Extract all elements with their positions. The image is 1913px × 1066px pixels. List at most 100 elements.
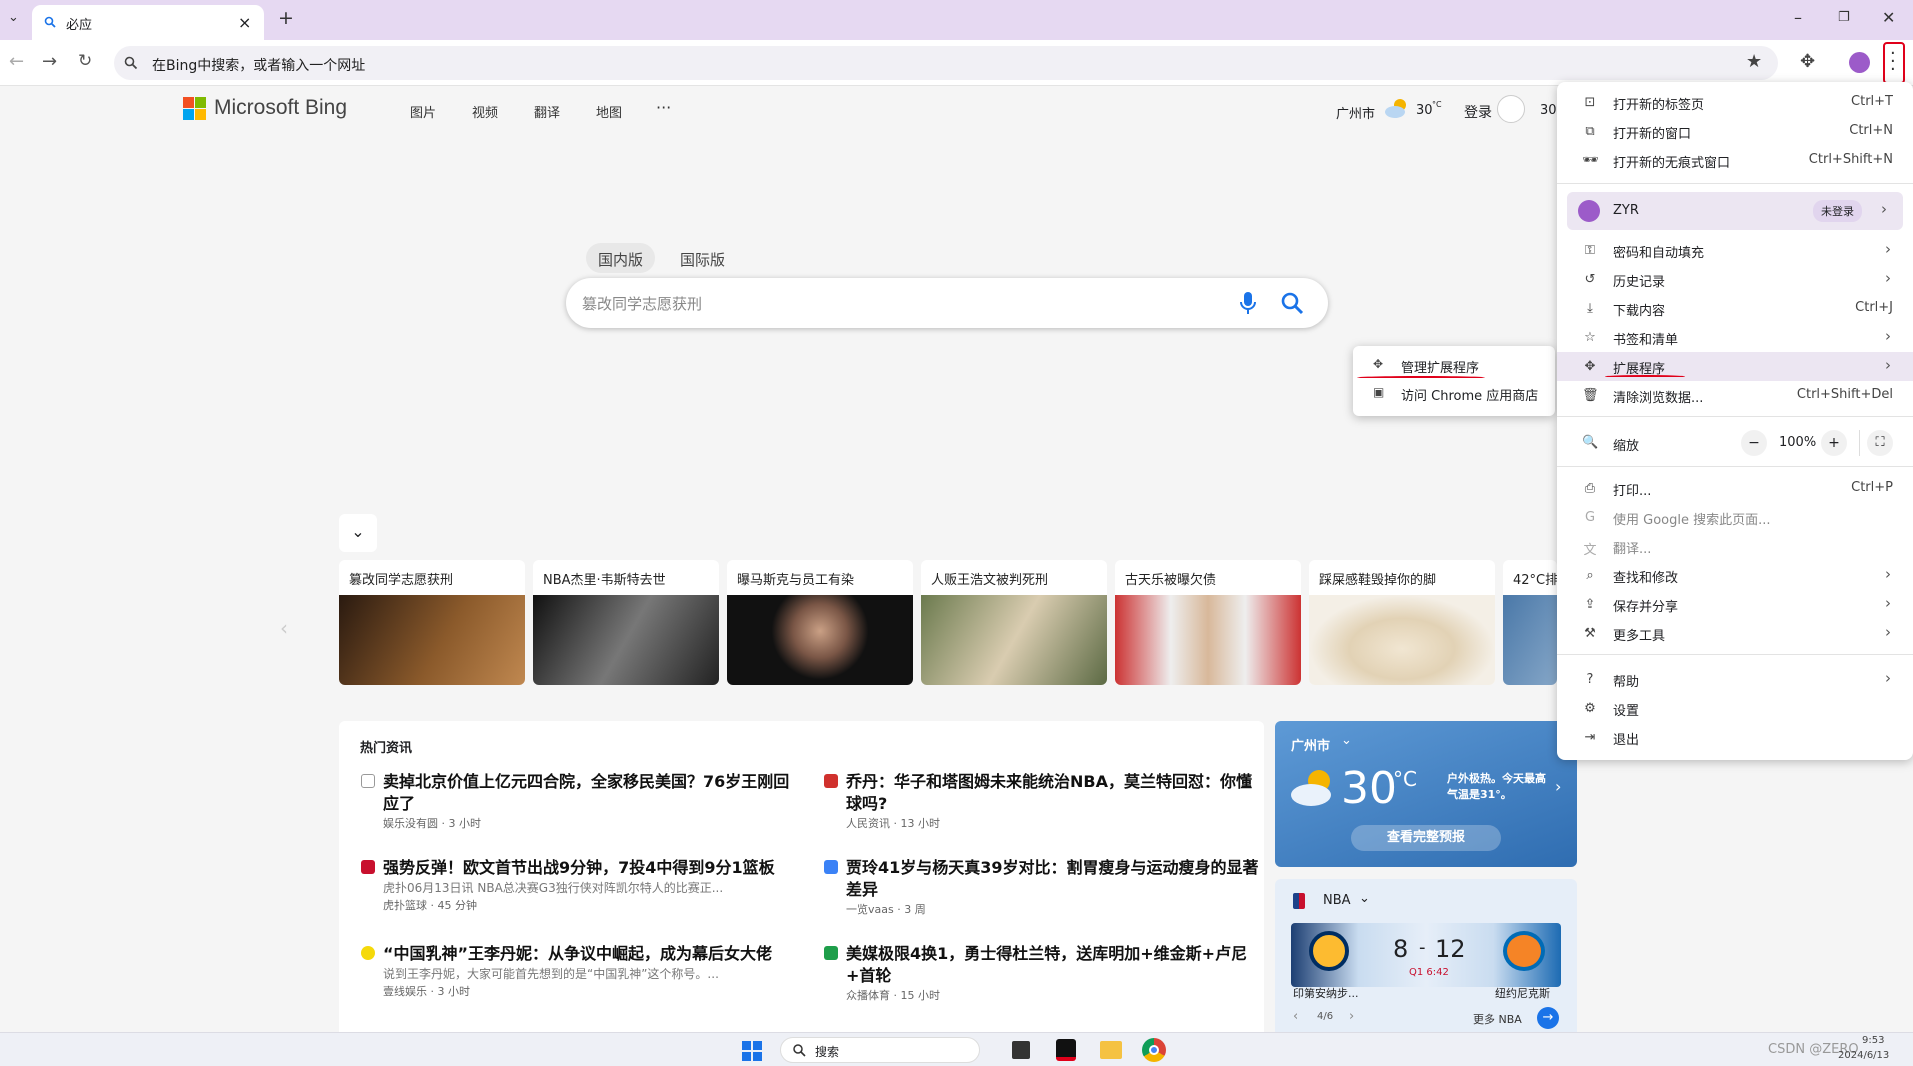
bookmark-star-icon[interactable]: ★ [1746, 51, 1762, 72]
reload-icon[interactable]: ↻ [78, 51, 92, 71]
news-headline[interactable]: 强势反弹！欧文首节出战9分钟，7投4中得到9分1篮板 [383, 857, 798, 879]
tab-close-icon[interactable]: × [238, 13, 251, 32]
nav-more[interactable]: ··· [656, 98, 671, 117]
news-headline[interactable]: 卖掉北京价值上亿元四合院，全家移民美国？76岁王刚回应了 [383, 771, 798, 815]
trending-card[interactable]: 曝马斯克与员工有染 [727, 560, 913, 685]
nav-maps[interactable]: 地图 [596, 102, 622, 121]
nav-images[interactable]: 图片 [410, 102, 436, 121]
restore-icon[interactable]: ❐ [1838, 10, 1850, 25]
login-link[interactable]: 登录 [1464, 102, 1492, 122]
submenu-manage-extensions[interactable]: 管理扩展程序 [1401, 357, 1479, 376]
reward-points[interactable]: 30 [1540, 103, 1557, 118]
menu-new-tab[interactable]: ⊡ 打开新的标签页 Ctrl+T [1557, 88, 1913, 117]
download-icon: ⤓ [1587, 301, 1593, 316]
news-item[interactable]: 贾玲41岁与杨天真39岁对比：割胃瘦身与运动瘦身的显著差异 一览vaas · 3… [824, 857, 1261, 919]
news-source-icon [361, 774, 375, 788]
news-headline[interactable]: 乔丹：华子和塔图姆未来能统治NBA，莫兰特回怼：你懂球吗? [846, 771, 1261, 815]
header-city[interactable]: 广州市 [1336, 103, 1375, 122]
menu-history[interactable]: ↺ 历史记录 › [1557, 265, 1913, 294]
trending-card[interactable]: 古天乐被曝欠债 [1115, 560, 1301, 685]
menu-save-share[interactable]: ⇪ 保存并分享 › [1557, 590, 1913, 619]
search-submit-icon[interactable] [1280, 291, 1304, 315]
news-headline[interactable]: 贾玲41岁与杨天真39岁对比：割胃瘦身与运动瘦身的显著差异 [846, 857, 1261, 901]
kebab-menu-icon[interactable]: · · · [1890, 45, 1896, 79]
task-view-icon[interactable] [1012, 1041, 1030, 1059]
menu-label: 打印... [1613, 484, 1652, 499]
menu-profile[interactable]: ZYR 未登录 › [1567, 192, 1903, 230]
weather-city-chevron-icon[interactable]: ⌄ [1341, 733, 1352, 748]
menu-settings[interactable]: ⚙ 设置 [1557, 694, 1913, 723]
trending-card[interactable]: 42°C排 [1503, 560, 1557, 685]
menu-new-window[interactable]: ⧉ 打开新的窗口 Ctrl+N [1557, 117, 1913, 146]
trending-card[interactable]: NBA杰里·韦斯特去世 [533, 560, 719, 685]
menu-print[interactable]: ⎙ 打印... Ctrl+P [1557, 474, 1913, 503]
nav-videos[interactable]: 视频 [472, 102, 498, 121]
jetbrains-icon[interactable] [1056, 1039, 1076, 1061]
news-item[interactable]: 卖掉北京价值上亿元四合院，全家移民美国？76岁王刚回应了 娱乐没有圆 · 3 小… [361, 771, 798, 833]
menu-exit[interactable]: ⇥ 退出 [1557, 723, 1913, 752]
nav-translate[interactable]: 翻译 [534, 102, 560, 121]
extensions-icon[interactable]: ✥ [1800, 51, 1815, 72]
nba-prev-icon[interactable]: ‹ [1293, 1009, 1298, 1024]
tab-search-dropdown-icon[interactable]: ⌄ [8, 10, 19, 25]
forward-icon[interactable]: → [42, 51, 57, 72]
menu-clear-data[interactable]: 🗑 清除浏览数据... Ctrl+Shift+Del [1557, 381, 1913, 410]
nba-team-home: 印第安纳步... [1293, 987, 1359, 1000]
microphone-icon[interactable] [1240, 291, 1256, 315]
menu-incognito[interactable]: 🕶 打开新的无痕式窗口 Ctrl+Shift+N [1557, 146, 1913, 175]
menu-translate[interactable]: 文 翻译... [1557, 532, 1913, 561]
zoom-in-button[interactable]: + [1821, 430, 1847, 456]
microsoft-logo-icon[interactable] [183, 97, 207, 121]
menu-more-tools[interactable]: ⚒ 更多工具 › [1557, 619, 1913, 648]
windows-start-icon[interactable] [742, 1041, 762, 1061]
file-explorer-icon[interactable] [1100, 1041, 1122, 1059]
menu-find[interactable]: ⌕ 查找和修改 › [1557, 561, 1913, 590]
nba-title[interactable]: NBA [1323, 893, 1351, 908]
trending-card[interactable]: 踩屎感鞋毁掉你的脚 [1309, 560, 1495, 685]
weather-card[interactable]: 广州市 ⌄ 30 °C 户外极热。今天最高气温是31°。 › 查看完整预报 [1275, 721, 1577, 867]
minimize-icon[interactable]: – [1794, 8, 1802, 27]
nba-more-arrow-icon[interactable]: → [1537, 1007, 1559, 1029]
weather-forecast-link[interactable]: 查看完整预报 [1351, 825, 1501, 851]
news-item[interactable]: 强势反弹！欧文首节出战9分钟，7投4中得到9分1篮板 虎扑06月13日讯 NBA… [361, 857, 798, 915]
carousel-prev-icon[interactable]: ‹ [280, 616, 288, 640]
weather-city[interactable]: 广州市 [1291, 735, 1330, 754]
history-icon: ↺ [1584, 272, 1596, 287]
weather-next-icon[interactable]: › [1555, 777, 1561, 796]
nba-more-link[interactable]: 更多 NBA [1473, 1011, 1522, 1027]
nba-chevron-icon[interactable]: ⌄ [1359, 891, 1370, 906]
trending-card[interactable]: 篡改同学志愿获刑 [339, 560, 525, 685]
menu-separator [1557, 466, 1913, 467]
menu-downloads[interactable]: ⤓ 下载内容 Ctrl+J [1557, 294, 1913, 323]
user-icon[interactable] [1497, 95, 1525, 123]
news-headline[interactable]: 美媒极限4换1，勇士得杜兰特，送库明加+维金斯+卢尼+首轮 [846, 943, 1261, 987]
news-headline[interactable]: “中国乳神”王李丹妮：从争议中崛起，成为幕后女大佬 [383, 943, 798, 965]
trending-card[interactable]: 人贩王浩文被判死刑 [921, 560, 1107, 685]
menu-help[interactable]: ? 帮助 › [1557, 665, 1913, 694]
submenu-chrome-store[interactable]: 访问 Chrome 应用商店 [1401, 385, 1538, 404]
zoom-out-button[interactable]: − [1741, 430, 1767, 456]
news-item[interactable]: 乔丹：华子和塔图姆未来能统治NBA，莫兰特回怼：你懂球吗? 人民资讯 · 13 … [824, 771, 1261, 833]
taskbar-search[interactable]: 搜索 [780, 1037, 980, 1063]
annotation-underline-extensions [1605, 375, 1685, 378]
scope-domestic[interactable]: 国内版 [586, 243, 656, 273]
bing-search-input[interactable]: 篡改同学志愿获刑 [582, 293, 702, 314]
scope-international[interactable]: 国际版 [668, 243, 737, 273]
nba-next-icon[interactable]: › [1349, 1009, 1354, 1024]
menu-bookmarks[interactable]: ☆ 书签和清单 › [1557, 323, 1913, 352]
fullscreen-button[interactable]: ⛶ [1867, 430, 1893, 456]
menu-passwords[interactable]: ⚿ 密码和自动填充 › [1557, 236, 1913, 265]
menu-google-search[interactable]: G 使用 Google 搜索此页面... [1557, 503, 1913, 532]
news-item[interactable]: 美媒极限4换1，勇士得杜兰特，送库明加+维金斯+卢尼+首轮 众播体育 · 15 … [824, 943, 1261, 1005]
back-icon[interactable]: ← [9, 51, 24, 72]
address-bar[interactable]: 在Bing中搜索，或者输入一个网址 ★ [114, 46, 1778, 80]
new-tab-button[interactable]: + [278, 7, 294, 29]
collapse-chevron-icon[interactable]: ⌄ [339, 514, 377, 552]
profile-avatar[interactable] [1849, 52, 1870, 73]
bing-logo-text[interactable]: Microsoft Bing [214, 96, 347, 120]
tab-bing[interactable]: 必应 × [32, 5, 264, 40]
news-item[interactable]: “中国乳神”王李丹妮：从争议中崛起，成为幕后女大佬 说到王李丹妮，大家可能首先想… [361, 943, 798, 1001]
bing-search-box[interactable]: 篡改同学志愿获刑 [566, 278, 1328, 328]
window-close-icon[interactable]: ✕ [1882, 8, 1895, 27]
chrome-icon[interactable] [1142, 1038, 1166, 1062]
